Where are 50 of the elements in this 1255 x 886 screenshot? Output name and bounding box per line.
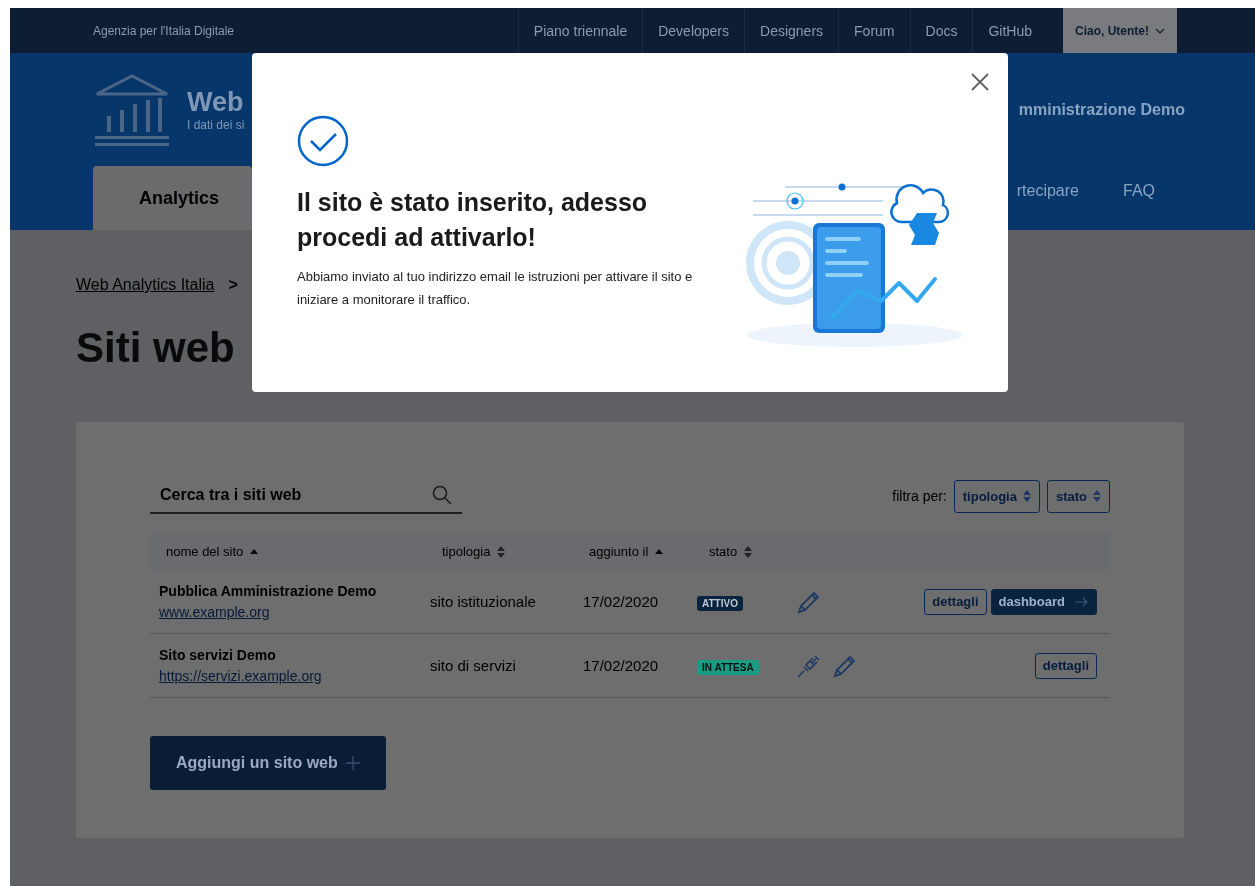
date-added: 17/02/2020	[582, 593, 660, 610]
site-type: sito di servizi	[430, 657, 517, 674]
owner-name: mministrazione Demo	[1018, 100, 1185, 119]
filter-select[interactable]: stato	[1046, 479, 1110, 513]
filter-select[interactable]: tipologia	[953, 479, 1040, 513]
details-button[interactable]: dettagli	[924, 588, 987, 615]
site-title: Web	[187, 87, 245, 118]
modal-message: Abbiamo inviato al tuo indirizzo email le istruzioni per attivare il sito e iniziare a monitorare il traffico.	[297, 268, 694, 309]
add-site-button[interactable]: Aggiungi un sito web	[150, 736, 386, 790]
breadcrumb-link[interactable]: Web Analytics Italia	[76, 276, 215, 294]
close-icon[interactable]	[970, 72, 990, 92]
sort-icon[interactable]	[744, 545, 753, 558]
page-title: Siti web	[76, 324, 236, 372]
sort-icon	[1093, 490, 1101, 502]
dashboard-button[interactable]: dashboard	[990, 588, 1097, 615]
column-header[interactable]: nome del sito	[166, 544, 244, 559]
search-field[interactable]: Cerca tra i siti web	[158, 485, 432, 505]
site-subtitle: I dati dei si	[187, 118, 245, 132]
status-badge: ATTIVO	[697, 595, 743, 611]
pencil-icon[interactable]	[797, 589, 821, 614]
sort-icon	[1022, 490, 1031, 502]
nav-tab[interactable]: FAQ	[1123, 166, 1155, 216]
status-badge: IN ATTESA	[697, 659, 759, 675]
chevron-down-icon	[1155, 27, 1165, 34]
details-button[interactable]: dettagli	[1034, 652, 1097, 679]
arrow-right-icon	[1075, 596, 1089, 607]
date-added: 17/02/2020	[582, 657, 660, 674]
site-name: Sito servizi Demo	[159, 647, 277, 663]
column-header[interactable]: stato	[709, 544, 738, 559]
check-circle-icon	[297, 115, 349, 167]
nav-tab[interactable]: rtecipare	[1016, 166, 1079, 216]
site-type: sito istituzionale	[430, 593, 537, 610]
modal-title: Il sito è stato inserito, adesso procedi ad attivarlo!	[297, 187, 649, 253]
column-header[interactable]: tipologia	[442, 544, 491, 559]
sort-ascending-icon[interactable]	[250, 549, 259, 554]
filter-label: filtra per:	[892, 488, 947, 504]
user-menu-button[interactable]: Ciao, Utente!	[1063, 8, 1177, 53]
pencil-icon[interactable]	[833, 653, 857, 678]
site-name: Pubblica Amministrazione Demo	[159, 583, 378, 599]
nav-tab[interactable]: Analytics	[93, 166, 252, 230]
breadcrumb-separator: >	[228, 276, 238, 294]
organization-link[interactable]: Agenzia per l'Italia Digitale	[93, 23, 235, 38]
site-url-link[interactable]: www.example.org	[159, 604, 430, 620]
plus-icon	[345, 756, 360, 770]
column-header[interactable]: aggiunto il	[589, 544, 649, 559]
plug-icon[interactable]	[797, 653, 821, 678]
search-icon	[432, 485, 452, 505]
sort-ascending-icon[interactable]	[655, 549, 664, 554]
site-url-link[interactable]: https://servizi.example.org	[159, 668, 430, 684]
sort-icon[interactable]	[497, 545, 506, 558]
